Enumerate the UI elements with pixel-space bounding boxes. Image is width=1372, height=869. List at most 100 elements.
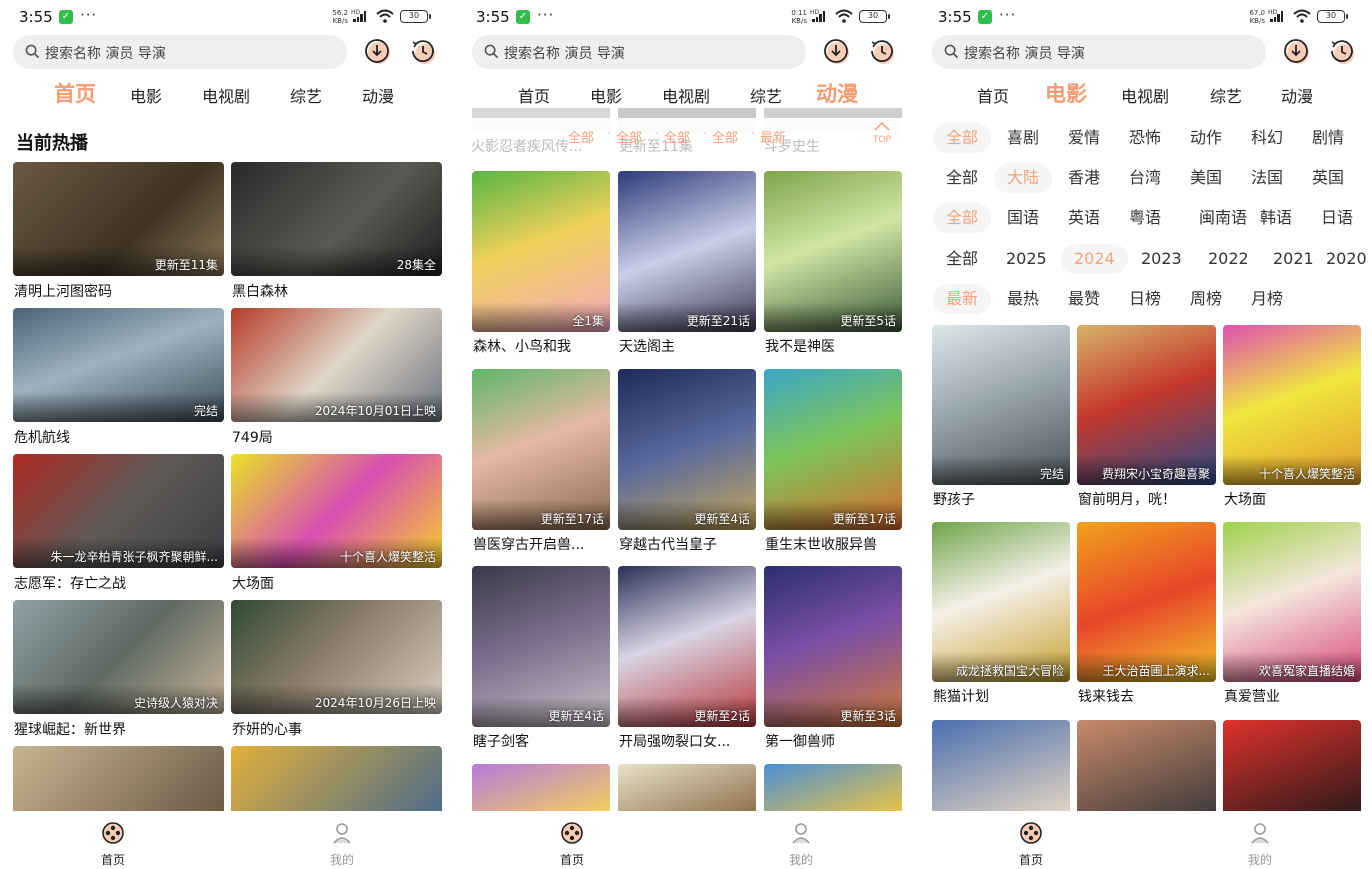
- filter-chip[interactable]: 英国: [1299, 163, 1357, 193]
- filter-chip[interactable]: 恐怖: [1116, 123, 1174, 153]
- tab-movie[interactable]: 电影: [130, 83, 162, 107]
- video-poster: 28集全: [231, 162, 442, 276]
- search-placeholder: 搜索名称 演员 导演: [504, 46, 625, 62]
- video-poster: 十个喜人爆笑整活: [231, 454, 442, 568]
- video-title: 大场面: [1224, 492, 1266, 508]
- filter-chip[interactable]: 最新: [933, 284, 992, 314]
- filter-chip[interactable]: 全部: [933, 244, 991, 274]
- tab-variety[interactable]: 综艺: [290, 83, 322, 107]
- section-title: 当前热播: [16, 133, 88, 154]
- filter-chip[interactable]: 美国: [1177, 163, 1235, 193]
- search-icon: [25, 44, 40, 59]
- tab-tv[interactable]: 电视剧: [202, 83, 250, 107]
- video-poster: 2024年10月26日上映: [231, 600, 442, 714]
- video-poster: 完结: [13, 308, 224, 422]
- nav-home[interactable]: 首页: [1001, 821, 1061, 868]
- search-bar[interactable]: 搜索名称 演员 导演: [13, 35, 347, 69]
- video-title: 749局: [232, 430, 273, 446]
- filter-chip-language[interactable]: 全部: [664, 127, 690, 146]
- video-poster: 成龙拯救国宝大冒险: [932, 522, 1070, 682]
- download-icon[interactable]: [364, 38, 392, 66]
- tab-home[interactable]: 首页: [977, 83, 1009, 107]
- video-title: 开局强吻裂口女...: [619, 734, 731, 750]
- nav-home[interactable]: 首页: [542, 821, 602, 868]
- filter-chip-sort[interactable]: 最新: [760, 127, 786, 146]
- filter-chip[interactable]: 2020: [1313, 244, 1372, 274]
- filter-chip[interactable]: 法国: [1238, 163, 1296, 193]
- tab-anime[interactable]: 动漫: [816, 78, 858, 108]
- filter-chip[interactable]: 2023: [1128, 244, 1195, 274]
- tab-anime[interactable]: 动漫: [1281, 83, 1313, 107]
- category-tabs: 首页 电影 电视剧 综艺 动漫: [457, 78, 915, 108]
- search-bar[interactable]: 搜索名称 演员 导演: [932, 35, 1266, 69]
- search-placeholder: 搜索名称 演员 导演: [45, 46, 166, 62]
- download-icon[interactable]: [823, 38, 851, 66]
- wifi-icon: [1293, 9, 1311, 23]
- filter-chip[interactable]: 最热: [994, 284, 1052, 314]
- filter-chip[interactable]: 喜剧: [994, 123, 1052, 153]
- download-icon[interactable]: [1283, 38, 1311, 66]
- filter-chip[interactable]: 月榜: [1238, 284, 1296, 314]
- tab-variety[interactable]: 综艺: [1210, 83, 1242, 107]
- tab-movie[interactable]: 电影: [590, 83, 622, 107]
- nav-mine[interactable]: 我的: [771, 821, 831, 868]
- filter-chip[interactable]: 科幻: [1238, 123, 1296, 153]
- video-title: 我不是神医: [765, 339, 835, 355]
- filter-chip[interactable]: 周榜: [1177, 284, 1235, 314]
- filter-chip[interactable]: 台湾: [1116, 163, 1174, 193]
- filter-chip[interactable]: 日语: [1308, 203, 1366, 233]
- filter-chip-genre[interactable]: 全部: [568, 127, 594, 146]
- history-icon[interactable]: [409, 38, 437, 66]
- tab-tv[interactable]: 电视剧: [662, 83, 710, 107]
- filter-chip[interactable]: 剧情: [1299, 123, 1357, 153]
- tab-home[interactable]: 首页: [518, 83, 550, 107]
- video-poster: 更新至5话: [764, 171, 902, 332]
- back-to-top-button[interactable]: TOP: [869, 120, 895, 145]
- tab-variety[interactable]: 综艺: [750, 83, 782, 107]
- status-time: 3:55: [938, 8, 972, 26]
- filter-chip[interactable]: 全部: [933, 203, 992, 233]
- filter-separator: ·: [751, 127, 756, 142]
- video-poster: 更新至21话: [618, 171, 756, 332]
- video-title: 大场面: [232, 576, 274, 592]
- video-poster: 十个喜人爆笑整活: [1223, 325, 1361, 485]
- filter-chip[interactable]: 英语: [1055, 203, 1113, 233]
- video-title: 天选阁主: [619, 339, 675, 355]
- tab-home[interactable]: 首页: [54, 78, 96, 108]
- filter-chip[interactable]: 韩语: [1247, 203, 1305, 233]
- nav-mine[interactable]: 我的: [1230, 821, 1290, 868]
- filter-row-sort: 最新 最热 最赞 日榜 周榜 月榜: [915, 284, 1372, 314]
- filter-chip[interactable]: 日榜: [1116, 284, 1174, 314]
- filter-chip[interactable]: 动作: [1177, 123, 1235, 153]
- filter-chip[interactable]: 2024: [1061, 244, 1128, 274]
- video-poster: 费翔宋小宝奇趣喜聚: [1077, 325, 1216, 485]
- battery-icon: 30: [400, 10, 431, 23]
- filter-chip[interactable]: 2022: [1195, 244, 1262, 274]
- tab-anime[interactable]: 动漫: [362, 83, 394, 107]
- tab-movie[interactable]: 电影: [1045, 78, 1087, 108]
- filter-chip[interactable]: 全部: [933, 163, 991, 193]
- category-tabs: 首页 电影 电视剧 综艺 动漫: [0, 78, 458, 108]
- filter-chip-region[interactable]: 全部: [616, 127, 642, 146]
- nav-mine[interactable]: 我的: [312, 821, 372, 868]
- search-bar[interactable]: 搜索名称 演员 导演: [472, 35, 806, 69]
- video-poster: [1077, 720, 1216, 816]
- filter-chip[interactable]: 大陆: [994, 163, 1053, 193]
- video-title: 野孩子: [933, 492, 975, 508]
- signal-icon: [1270, 11, 1283, 22]
- filter-chip[interactable]: 香港: [1055, 163, 1113, 193]
- filter-chip[interactable]: 国语: [994, 203, 1052, 233]
- nav-home[interactable]: 首页: [83, 821, 143, 868]
- filter-chip[interactable]: 全部: [933, 123, 992, 153]
- filter-chip[interactable]: 粤语: [1116, 203, 1174, 233]
- video-title: 乔妍的心事: [232, 722, 302, 738]
- filter-chip[interactable]: 爱情: [1055, 123, 1113, 153]
- filter-chip-year[interactable]: 全部: [712, 127, 738, 146]
- filter-row-language: 全部 国语 英语 粤语 闽南语 韩语 日语: [915, 203, 1372, 233]
- history-icon[interactable]: [868, 38, 896, 66]
- filter-chip[interactable]: 2025: [993, 244, 1060, 274]
- tab-tv[interactable]: 电视剧: [1121, 83, 1169, 107]
- filter-chip[interactable]: 最赞: [1055, 284, 1113, 314]
- bottom-nav: 首页 我的: [915, 811, 1372, 869]
- history-icon[interactable]: [1328, 38, 1356, 66]
